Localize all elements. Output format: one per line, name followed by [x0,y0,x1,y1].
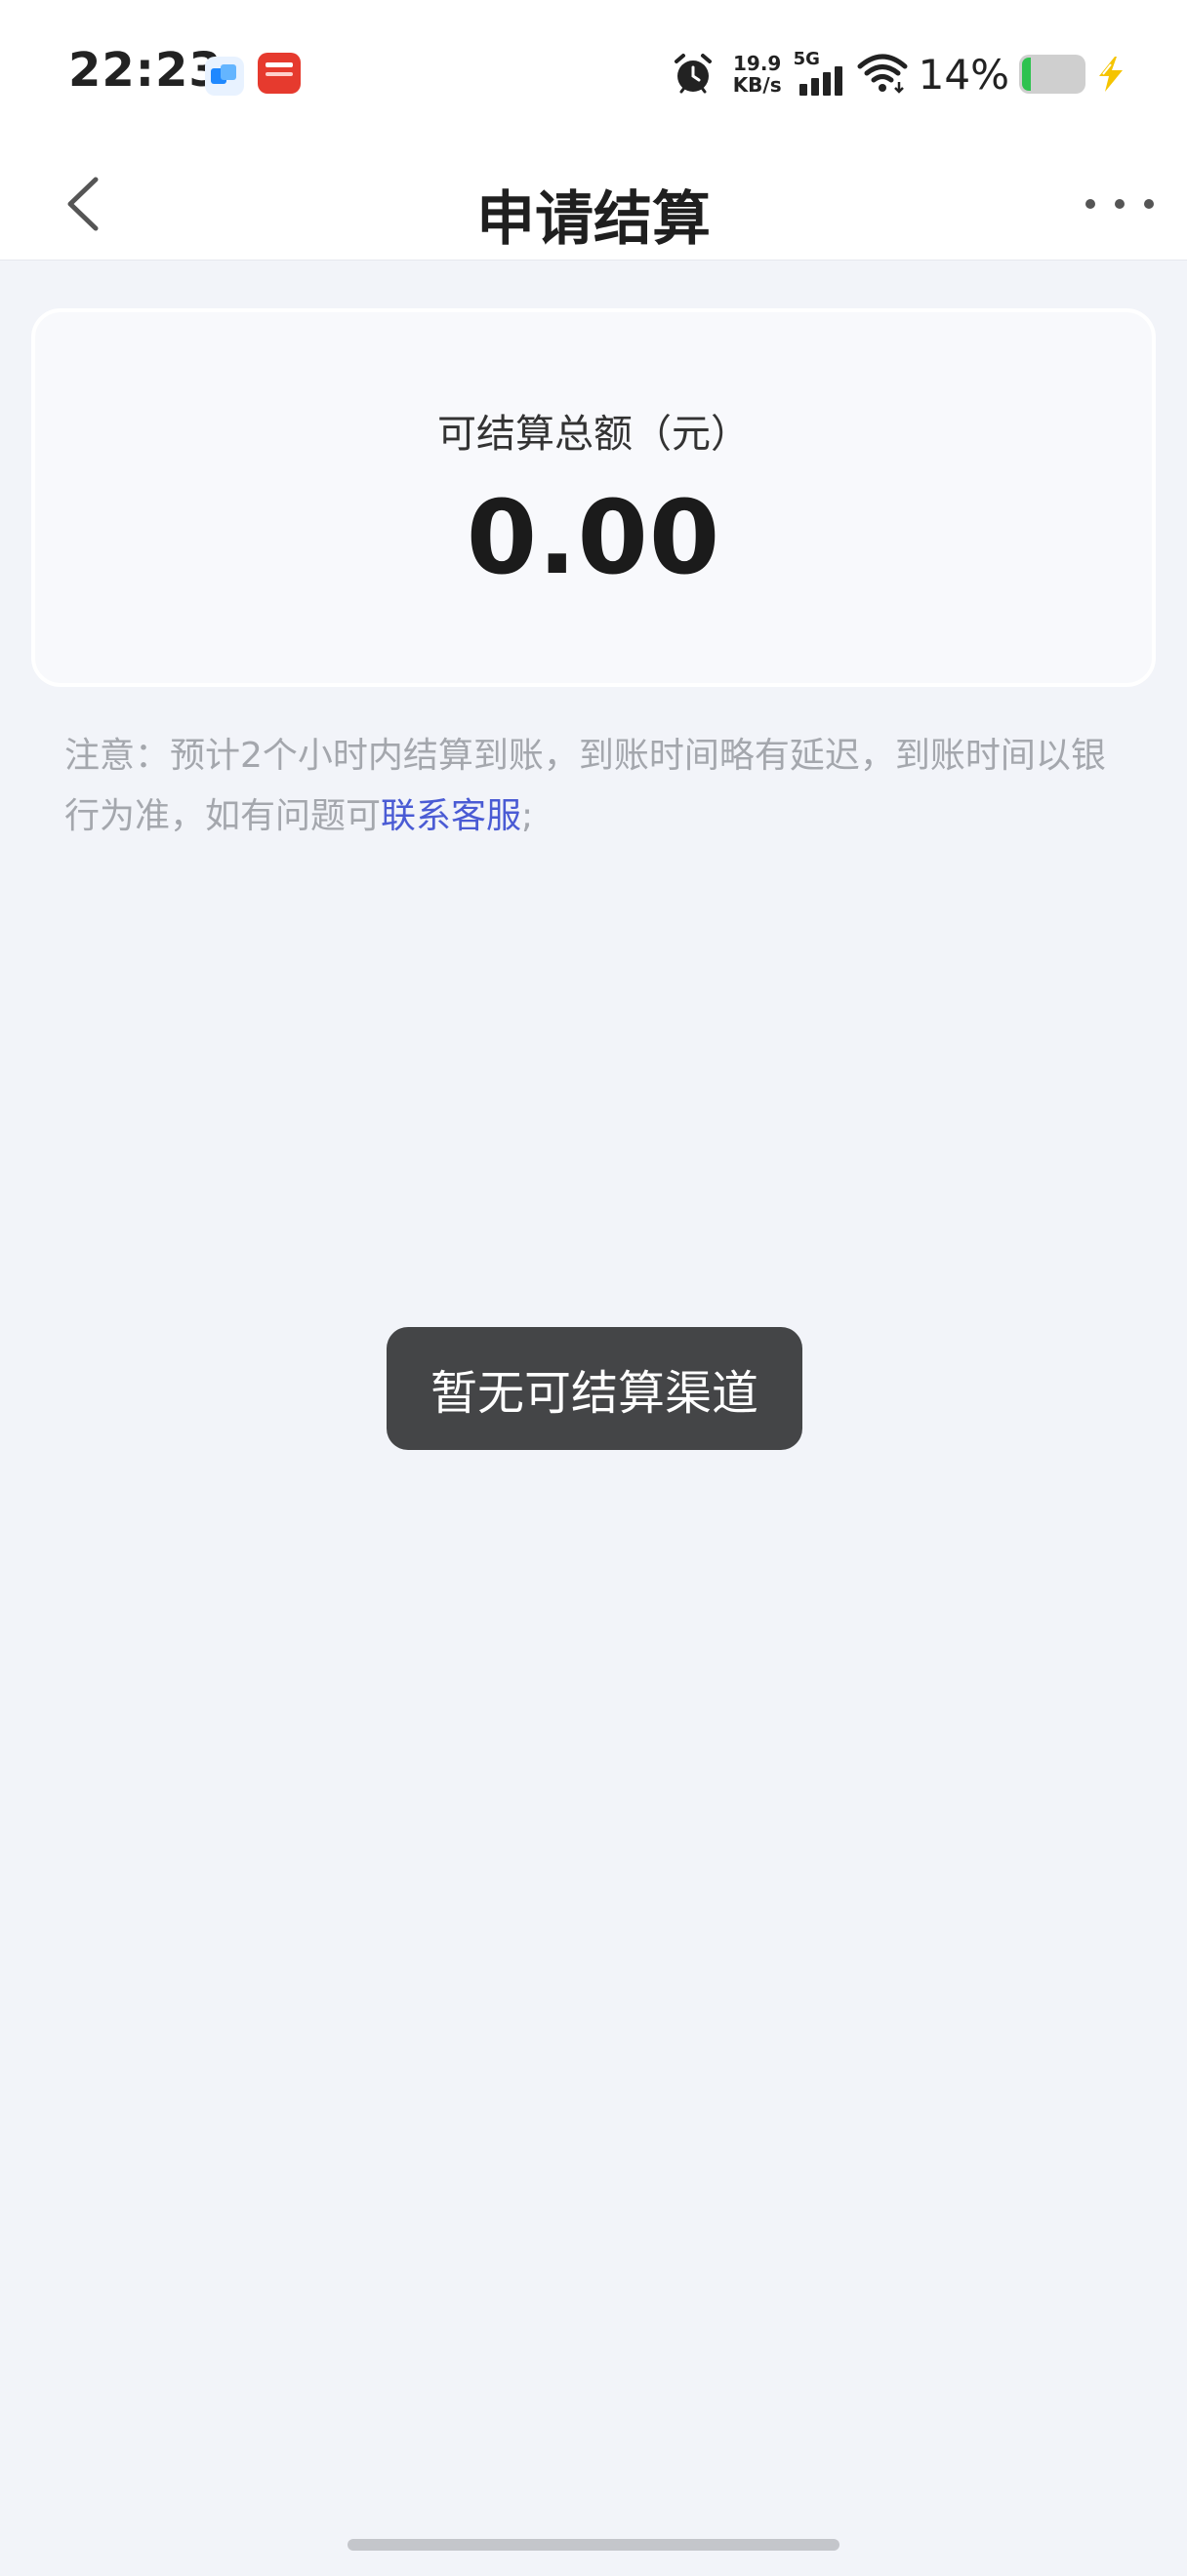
battery-icon [1019,55,1085,94]
settlement-total-amount: 0.00 [466,478,721,597]
contact-support-link[interactable]: 联系客服 [381,796,521,836]
toast-message: 暂无可结算渠道 [387,1327,802,1450]
home-indicator[interactable] [348,2539,839,2551]
status-bar: 22:23 19.9 KB/s 5G 14% [0,0,1187,146]
status-indicators: 19.9 KB/s 5G 14% [671,45,1128,103]
alarm-icon [674,54,712,94]
status-time: 22:23 [68,43,223,98]
settlement-notice: 注意：预计2个小时内结算到账，到账时间略有延迟，到账时间以银行为准，如有问题可联… [64,726,1128,847]
notice-text: 注意：预计2个小时内结算到账，到账时间略有延迟，到账时间以银行为准，如有问题可 [64,736,1106,836]
battery-percent: 14% [918,50,1009,99]
network-speed-unit: KB/s [732,73,782,97]
notice-suffix: ; [521,796,534,836]
settlement-summary-card: 可结算总额（元） 0.00 [31,308,1156,687]
charging-bolt-icon [1099,57,1123,92]
network-speed-value: 19.9 [732,52,782,75]
network-speed: 19.9 KB/s [733,53,782,96]
app-header: 申请结算 [0,146,1187,261]
page-title: 申请结算 [476,185,711,254]
signal-icon: 5G [794,49,846,98]
pay-app-notification-icon [258,53,301,94]
battery-level [1022,58,1031,91]
more-dots-icon[interactable] [1085,180,1154,228]
settlement-total-label: 可结算总额（元） [437,412,750,457]
wifi-icon [857,54,908,94]
app-notification-icon [205,57,244,96]
